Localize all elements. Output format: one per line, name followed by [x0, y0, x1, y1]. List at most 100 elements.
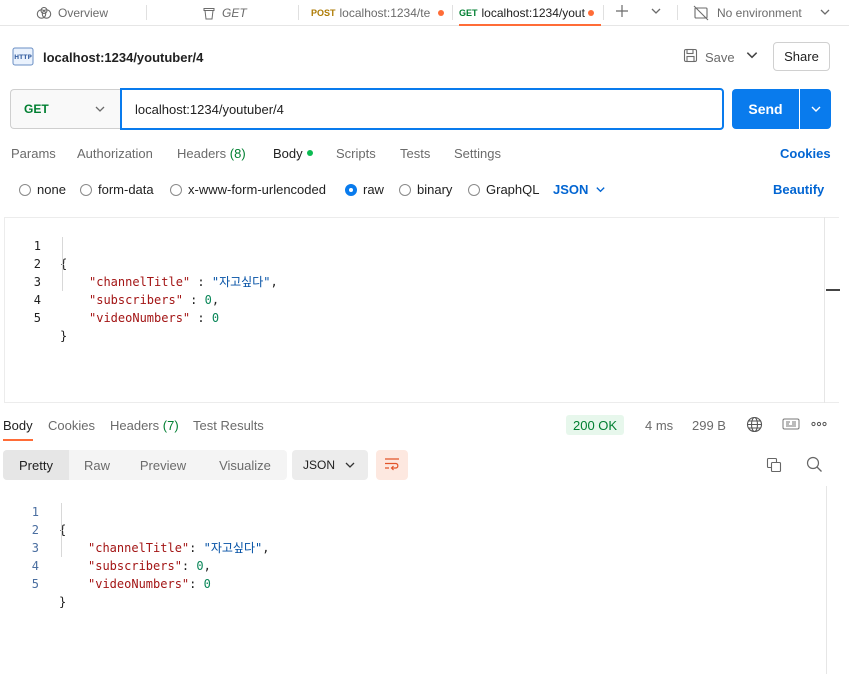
radio-circle [80, 183, 92, 196]
save-options-chevron-icon[interactable] [745, 48, 761, 64]
radio-none[interactable]: none [19, 182, 66, 197]
send-options-button[interactable] [800, 89, 831, 129]
response-scrollbar[interactable] [826, 486, 839, 674]
line-number: 5 [31, 577, 39, 591]
json-number: 0 [196, 559, 204, 573]
tab-divider [452, 5, 453, 20]
view-pretty[interactable]: Pretty [3, 450, 69, 480]
radio-label: GraphQL [486, 182, 540, 197]
indent-guide [61, 503, 62, 557]
unsaved-dot-icon [587, 9, 594, 16]
method-select[interactable]: GET [10, 89, 120, 129]
cookies-link[interactable]: Cookies [780, 146, 831, 161]
view-raw[interactable]: Raw [73, 450, 121, 480]
svg-text:HTTP: HTTP [14, 54, 32, 61]
tab-response-cookies[interactable]: Cookies [48, 418, 95, 433]
tab-headers[interactable]: Headers (8) [177, 146, 246, 161]
plus-icon [615, 4, 629, 21]
tab-tests[interactable]: Tests [400, 146, 430, 161]
code-text: , [262, 541, 270, 555]
response-body-viewer[interactable]: 1 { 2 "channelTitle": "자고싶다", 3 "subscri… [0, 484, 826, 674]
request-header: HTTP localhost:1234/youtuber/4 Save Shar… [0, 40, 849, 74]
radio-circle [468, 183, 480, 196]
tab-label: localhost:1234/te [339, 5, 431, 20]
tab-response-body[interactable]: Body [3, 418, 33, 433]
send-button[interactable]: Send [732, 89, 799, 129]
save-button[interactable]: Save [683, 47, 735, 67]
method-badge: GET [459, 7, 478, 18]
url-input[interactable] [120, 88, 724, 130]
beautify-button[interactable]: Beautify [773, 182, 824, 197]
view-preview[interactable]: Preview [127, 450, 199, 480]
radio-urlencoded[interactable]: x-www-form-urlencoded [170, 182, 326, 197]
line-number: 5 [33, 311, 41, 325]
share-button[interactable]: Share [773, 42, 830, 71]
globe-icon[interactable] [746, 416, 763, 436]
response-format-select[interactable]: JSON [292, 450, 368, 480]
response-time[interactable]: 4 ms [645, 418, 673, 433]
tab-test-results[interactable]: Test Results [193, 418, 264, 433]
trash-icon [202, 6, 216, 20]
tab-label: Overview [58, 5, 109, 20]
tab-authorization[interactable]: Authorization [77, 146, 153, 161]
tab-post-request[interactable]: POST localhost:1234/te [311, 0, 446, 25]
search-icon[interactable] [806, 456, 823, 476]
chevron-down-icon [95, 106, 105, 112]
view-visualize[interactable]: Visualize [207, 450, 283, 480]
copy-icon[interactable] [766, 457, 782, 476]
tab-scripts[interactable]: Scripts [336, 146, 376, 161]
json-key: "channelTitle" [89, 275, 191, 289]
tab-get-request[interactable]: GET localhost:1234/yout [459, 0, 599, 25]
tabs-menu-button[interactable] [650, 0, 666, 25]
request-body-editor[interactable]: 1 { 2 "channelTitle" : "자고싶다", 3 "subscr… [4, 217, 839, 403]
code-line: 2 "channelTitle" : "자고싶다", [5, 237, 278, 289]
editor-scrollbar[interactable] [824, 217, 840, 403]
radio-binary[interactable]: binary [399, 182, 452, 197]
radio-circle [399, 183, 411, 196]
new-tab-button[interactable] [615, 0, 633, 25]
chevron-down-icon [345, 462, 355, 468]
code-line: 4 "videoNumbers": 0 [0, 539, 211, 591]
tab-label: localhost:1234/yout [481, 5, 585, 20]
response-size[interactable]: 299 B [692, 418, 726, 433]
code-line: 4 "videoNumbers" : 0 [5, 273, 219, 325]
headers-count: (8) [229, 146, 246, 161]
radio-graphql[interactable]: GraphQL [468, 182, 539, 197]
code-text: : [190, 311, 212, 325]
modified-dot-icon [306, 150, 313, 156]
tab-bar: Overview GET POST localhost:1234/te GET … [0, 0, 849, 26]
format-label: JSON [553, 182, 589, 197]
tab-settings[interactable]: Settings [454, 146, 501, 161]
environment-selector[interactable]: No environment [693, 0, 843, 25]
radio-form-data[interactable]: form-data [80, 182, 154, 197]
wrap-lines-button[interactable] [376, 450, 408, 480]
request-title[interactable]: localhost:1234/youtuber/4 [43, 50, 203, 65]
radio-circle [170, 183, 182, 196]
status-badge[interactable]: 200 OK [566, 415, 625, 435]
raw-format-select[interactable]: JSON [553, 182, 606, 197]
json-string: "자고싶다" [211, 275, 271, 289]
tab-get[interactable]: GET [202, 0, 282, 25]
chevron-down-icon [596, 187, 606, 193]
tab-overview[interactable]: Overview [36, 0, 136, 25]
tab-params[interactable]: Params [11, 146, 56, 161]
json-key: "subscribers" [88, 559, 182, 573]
code-text: : [181, 559, 197, 573]
tab-body[interactable]: Body [273, 146, 313, 161]
indent-guide [62, 237, 63, 291]
radio-circle [19, 183, 31, 196]
code-line: 3 "subscribers" : 0, [5, 255, 219, 307]
radio-label: form-data [98, 182, 154, 197]
tab-divider [298, 5, 299, 20]
chevron-down-icon [819, 6, 831, 21]
radio-label: raw [363, 182, 384, 197]
radio-raw[interactable]: raw [345, 182, 384, 197]
headers-count: (7) [162, 418, 179, 433]
save-response-icon[interactable] [782, 416, 800, 435]
code-line: 5 } [0, 557, 66, 609]
code-text: } [59, 595, 67, 609]
more-options-icon[interactable] [810, 416, 828, 435]
request-tabs: Params Authorization Headers (8) Body Sc… [0, 140, 849, 166]
tab-response-headers[interactable]: Headers (7) [110, 418, 179, 433]
tab-divider [603, 5, 604, 20]
